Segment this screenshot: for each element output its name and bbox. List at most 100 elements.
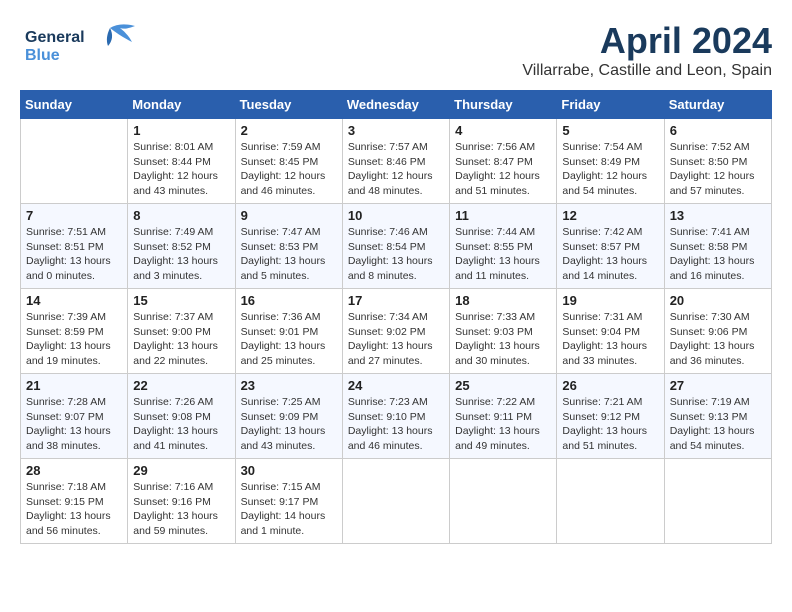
day-number: 23 (241, 378, 337, 393)
calendar-cell: 5Sunrise: 7:54 AM Sunset: 8:49 PM Daylig… (557, 119, 664, 204)
week-row-4: 21Sunrise: 7:28 AM Sunset: 9:07 PM Dayli… (21, 374, 772, 459)
day-info: Sunrise: 7:41 AM Sunset: 8:58 PM Dayligh… (670, 225, 766, 284)
day-info: Sunrise: 7:39 AM Sunset: 8:59 PM Dayligh… (26, 310, 122, 369)
day-info: Sunrise: 7:28 AM Sunset: 9:07 PM Dayligh… (26, 395, 122, 454)
calendar-cell: 14 Sunrise: 7:39 AM Sunset: 8:59 PM Dayli… (21, 289, 128, 374)
day-number: 15 (133, 293, 229, 308)
day-number: 19 (562, 293, 658, 308)
day-number: 7 (26, 208, 122, 223)
calendar-cell: 15 Sunrise: 7:37 AM Sunset: 9:00 PM Dayli… (128, 289, 235, 374)
day-number: 16 (241, 293, 337, 308)
week-row-2: 7Sunrise: 7:51 AM Sunset: 8:51 PM Daylig… (21, 204, 772, 289)
calendar-cell: 12 Sunrise: 7:42 AM Sunset: 8:57 PM Dayli… (557, 204, 664, 289)
day-number: 24 (348, 378, 444, 393)
day-info: Sunrise: 7:26 AM Sunset: 9:08 PM Dayligh… (133, 395, 229, 454)
day-number: 29 (133, 463, 229, 478)
day-info: Sunrise: 7:57 AM Sunset: 8:46 PM Dayligh… (348, 140, 444, 199)
day-info: Sunrise: 7:59 AM Sunset: 8:45 PM Dayligh… (241, 140, 337, 199)
day-info: Sunrise: 7:36 AM Sunset: 9:01 PM Dayligh… (241, 310, 337, 369)
day-info: Sunrise: 7:47 AM Sunset: 8:53 PM Dayligh… (241, 225, 337, 284)
day-number: 2 (241, 123, 337, 138)
day-info: Sunrise: 7:37 AM Sunset: 9:00 PM Dayligh… (133, 310, 229, 369)
day-number: 14 (26, 293, 122, 308)
day-info: Sunrise: 7:34 AM Sunset: 9:02 PM Dayligh… (348, 310, 444, 369)
calendar-cell: 18Sunrise: 7:33 AM Sunset: 9:03 PM Dayli… (450, 289, 557, 374)
calendar-cell (450, 459, 557, 544)
day-number: 8 (133, 208, 229, 223)
day-info: Sunrise: 8:01 AM Sunset: 8:44 PM Dayligh… (133, 140, 229, 199)
calendar-cell: 6Sunrise: 7:52 AM Sunset: 8:50 PM Daylig… (664, 119, 771, 204)
svg-text:General: General (25, 29, 85, 46)
svg-text:Blue: Blue (25, 47, 60, 64)
calendar-cell: 30 Sunrise: 7:15 AM Sunset: 9:17 PM Dayli… (235, 459, 342, 544)
day-number: 10 (348, 208, 444, 223)
day-info: Sunrise: 7:46 AM Sunset: 8:54 PM Dayligh… (348, 225, 444, 284)
calendar-cell: 2 Sunrise: 7:59 AM Sunset: 8:45 PM Daylig… (235, 119, 342, 204)
day-number: 26 (562, 378, 658, 393)
calendar-cell: 10 Sunrise: 7:46 AM Sunset: 8:54 PM Dayli… (342, 204, 449, 289)
week-row-3: 14 Sunrise: 7:39 AM Sunset: 8:59 PM Dayli… (21, 289, 772, 374)
calendar-title: April 2024 (522, 20, 772, 62)
week-row-5: 28 Sunrise: 7:18 AM Sunset: 9:15 PM Dayli… (21, 459, 772, 544)
day-number: 9 (241, 208, 337, 223)
calendar-cell: 22Sunrise: 7:26 AM Sunset: 9:08 PM Dayli… (128, 374, 235, 459)
day-info: Sunrise: 7:56 AM Sunset: 8:47 PM Dayligh… (455, 140, 551, 199)
title-area: April 2024 Villarrabe, Castille and Leon… (522, 20, 772, 80)
day-info: Sunrise: 7:18 AM Sunset: 9:15 PM Dayligh… (26, 480, 122, 539)
day-info: Sunrise: 7:52 AM Sunset: 8:50 PM Dayligh… (670, 140, 766, 199)
day-info: Sunrise: 7:15 AM Sunset: 9:17 PM Dayligh… (241, 480, 337, 539)
day-number: 5 (562, 123, 658, 138)
calendar-cell: 23 Sunrise: 7:25 AM Sunset: 9:09 PM Dayli… (235, 374, 342, 459)
day-info: Sunrise: 7:33 AM Sunset: 9:03 PM Dayligh… (455, 310, 551, 369)
calendar-cell (342, 459, 449, 544)
weekday-header-saturday: Saturday (664, 91, 771, 119)
day-info: Sunrise: 7:42 AM Sunset: 8:57 PM Dayligh… (562, 225, 658, 284)
calendar-cell (21, 119, 128, 204)
day-number: 3 (348, 123, 444, 138)
calendar-table: SundayMondayTuesdayWednesdayThursdayFrid… (20, 90, 772, 544)
day-number: 17 (348, 293, 444, 308)
day-number: 1 (133, 123, 229, 138)
day-number: 28 (26, 463, 122, 478)
day-number: 11 (455, 208, 551, 223)
calendar-cell (557, 459, 664, 544)
calendar-cell: 11Sunrise: 7:44 AM Sunset: 8:55 PM Dayli… (450, 204, 557, 289)
calendar-subtitle: Villarrabe, Castille and Leon, Spain (522, 62, 772, 80)
weekday-header-friday: Friday (557, 91, 664, 119)
logo: General Blue (20, 20, 140, 75)
weekday-header-thursday: Thursday (450, 91, 557, 119)
day-number: 13 (670, 208, 766, 223)
calendar-cell: 3 Sunrise: 7:57 AM Sunset: 8:46 PM Daylig… (342, 119, 449, 204)
day-info: Sunrise: 7:49 AM Sunset: 8:52 PM Dayligh… (133, 225, 229, 284)
day-info: Sunrise: 7:30 AM Sunset: 9:06 PM Dayligh… (670, 310, 766, 369)
calendar-cell: 24Sunrise: 7:23 AM Sunset: 9:10 PM Dayli… (342, 374, 449, 459)
weekday-header-sunday: Sunday (21, 91, 128, 119)
day-info: Sunrise: 7:19 AM Sunset: 9:13 PM Dayligh… (670, 395, 766, 454)
day-number: 27 (670, 378, 766, 393)
weekday-header-wednesday: Wednesday (342, 91, 449, 119)
day-info: Sunrise: 7:16 AM Sunset: 9:16 PM Dayligh… (133, 480, 229, 539)
calendar-cell: 8 Sunrise: 7:49 AM Sunset: 8:52 PM Daylig… (128, 204, 235, 289)
week-row-1: 1 Sunrise: 8:01 AM Sunset: 8:44 PM Daylig… (21, 119, 772, 204)
day-info: Sunrise: 7:25 AM Sunset: 9:09 PM Dayligh… (241, 395, 337, 454)
calendar-cell: 13 Sunrise: 7:41 AM Sunset: 8:58 PM Dayli… (664, 204, 771, 289)
day-number: 25 (455, 378, 551, 393)
calendar-cell: 16 Sunrise: 7:36 AM Sunset: 9:01 PM Dayli… (235, 289, 342, 374)
calendar-cell: 7Sunrise: 7:51 AM Sunset: 8:51 PM Daylig… (21, 204, 128, 289)
calendar-cell: 21Sunrise: 7:28 AM Sunset: 9:07 PM Dayli… (21, 374, 128, 459)
calendar-cell: 9 Sunrise: 7:47 AM Sunset: 8:53 PM Daylig… (235, 204, 342, 289)
calendar-cell: 25Sunrise: 7:22 AM Sunset: 9:11 PM Dayli… (450, 374, 557, 459)
calendar-cell: 4Sunrise: 7:56 AM Sunset: 8:47 PM Daylig… (450, 119, 557, 204)
calendar-cell: 28 Sunrise: 7:18 AM Sunset: 9:15 PM Dayli… (21, 459, 128, 544)
page-header: General Blue April 2024 Villarrabe, Cast… (20, 20, 772, 80)
weekday-header-row: SundayMondayTuesdayWednesdayThursdayFrid… (21, 91, 772, 119)
calendar-cell: 20Sunrise: 7:30 AM Sunset: 9:06 PM Dayli… (664, 289, 771, 374)
day-number: 30 (241, 463, 337, 478)
calendar-cell: 27 Sunrise: 7:19 AM Sunset: 9:13 PM Dayli… (664, 374, 771, 459)
calendar-cell: 17 Sunrise: 7:34 AM Sunset: 9:02 PM Dayli… (342, 289, 449, 374)
day-info: Sunrise: 7:21 AM Sunset: 9:12 PM Dayligh… (562, 395, 658, 454)
day-number: 12 (562, 208, 658, 223)
calendar-cell: 29 Sunrise: 7:16 AM Sunset: 9:16 PM Dayli… (128, 459, 235, 544)
day-info: Sunrise: 7:31 AM Sunset: 9:04 PM Dayligh… (562, 310, 658, 369)
calendar-cell (664, 459, 771, 544)
